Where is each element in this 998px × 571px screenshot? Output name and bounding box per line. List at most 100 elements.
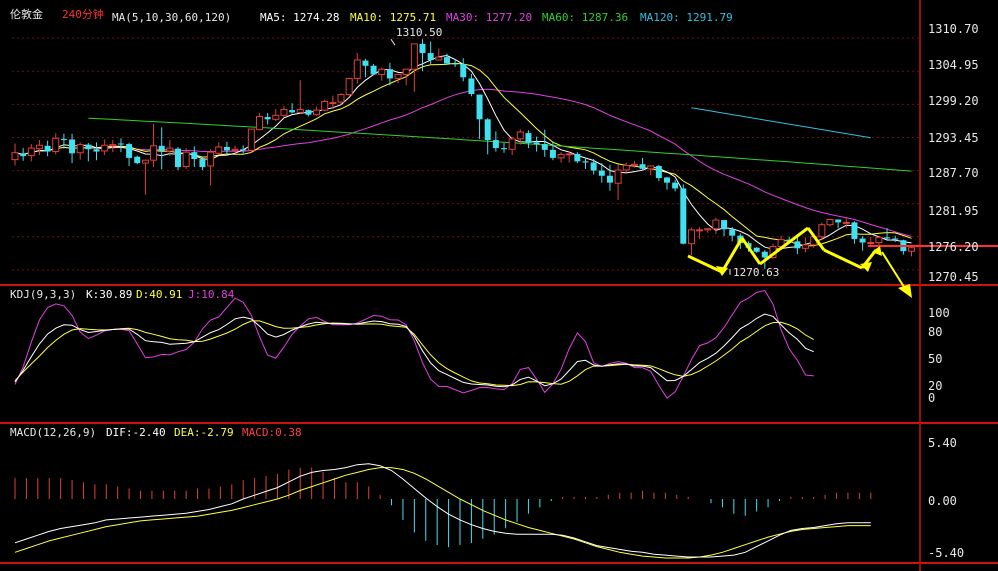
candle-down (126, 144, 133, 158)
candle-down (240, 149, 247, 151)
candle-down (533, 142, 540, 145)
candle-up (557, 153, 565, 159)
candle-up (345, 77, 353, 96)
candle-up (313, 109, 321, 116)
candle-down (884, 237, 891, 239)
candle-up (166, 147, 174, 152)
price-tick-label: 1287.70 (928, 166, 979, 180)
ma5-line (14, 54, 912, 250)
candle-up (207, 151, 215, 167)
candle-up (818, 224, 826, 238)
candle-up (402, 68, 410, 75)
candle-down (892, 238, 899, 240)
ma5-label: MA5: 1274.28 (260, 11, 340, 24)
candle-up (280, 109, 288, 116)
candle-down (794, 241, 801, 249)
candle-up (353, 59, 361, 79)
candle-down (541, 144, 548, 150)
candle-down (44, 145, 51, 152)
candle-up (52, 137, 60, 153)
candle-up (101, 144, 109, 152)
candle-up (378, 68, 386, 75)
candle-down (452, 63, 459, 65)
ma10-label: MA10: 1275.71 (350, 11, 437, 24)
candle-up (630, 163, 638, 166)
candle-down (460, 64, 467, 78)
candle-down (664, 177, 670, 183)
candle-up (231, 148, 239, 151)
ma120-label: MA120: 1291.79 (640, 11, 733, 24)
macd-dea-line (14, 467, 871, 559)
kdj-tick-label: 80 (928, 325, 943, 339)
candle-up (27, 147, 35, 157)
candle-down (264, 117, 271, 120)
candle-up (296, 109, 304, 113)
candle-down (419, 43, 426, 54)
candle-down (655, 165, 662, 179)
candle-up (35, 144, 43, 150)
candle-down (386, 69, 393, 79)
candle-up (704, 228, 712, 231)
candle-down (492, 140, 499, 149)
kdj-k-line (14, 313, 814, 388)
candle-down (672, 182, 679, 189)
candle-down (223, 146, 230, 151)
candle-up (508, 138, 516, 150)
candle-up (696, 229, 704, 232)
candle-down (370, 65, 377, 75)
kdj-tick-label: 100 (928, 306, 950, 320)
candle-up (321, 100, 329, 111)
candle-down (598, 170, 605, 176)
macd-value-label: MACD:0.38 (242, 426, 302, 439)
kdj-j-label: J:10.84 (188, 288, 235, 301)
candle-up (141, 159, 149, 164)
price-tick-label: 1304.95 (928, 58, 979, 72)
candle-down (117, 143, 124, 145)
candle-down (443, 57, 450, 64)
price-tick-label: 1281.95 (928, 204, 979, 218)
candle-down (590, 162, 597, 171)
candle-down (639, 164, 646, 169)
candle-down (289, 110, 296, 113)
candle-up (842, 221, 850, 224)
macd-dif-line (14, 463, 871, 558)
period-label[interactable]: 240分钟 (62, 8, 104, 21)
candle-down (158, 145, 165, 151)
macd-title: MACD(12,26,9) (10, 426, 97, 439)
candle-down (582, 161, 589, 163)
candle-up (622, 164, 630, 171)
candle-down (753, 247, 760, 252)
macd-tick-label: 0.00 (928, 494, 957, 508)
candle-down (501, 148, 507, 150)
price-tick-label: 1299.20 (928, 94, 979, 108)
kdj-j-line (14, 289, 814, 399)
candle-down (476, 94, 483, 120)
high-marker (390, 38, 396, 46)
high-price-label: 1310.50 (396, 26, 443, 39)
candle-down (468, 78, 475, 94)
ma30-label: MA30: 1277.20 (446, 11, 533, 24)
ma-spec-label: MA(5,10,30,60,120) (112, 11, 232, 24)
ma30-line (14, 88, 912, 237)
candle-down (69, 139, 76, 154)
candle-up (908, 247, 915, 252)
kdj-k-label: K:30.89 (86, 288, 133, 301)
kdj-d-label: D:40.91 (136, 288, 183, 301)
candle-up (875, 236, 883, 244)
candle-down (175, 148, 181, 168)
kdj-title: KDJ(9,3,3) (10, 288, 77, 301)
candle-down (606, 175, 613, 183)
candle-up (182, 151, 190, 168)
chart-canvas (0, 0, 998, 571)
candle-up (394, 73, 402, 79)
price-tick-label: 1276.20 (928, 240, 979, 254)
price-tick-label: 1270.45 (928, 270, 979, 284)
candle-down (60, 138, 67, 141)
candle-down (859, 238, 866, 243)
candle-up (410, 43, 418, 70)
price-tick-label: 1310.70 (928, 22, 979, 36)
symbol-label: 伦敦金 (10, 8, 43, 21)
candle-up (687, 229, 695, 245)
candle-down (835, 219, 842, 223)
candle-up (272, 114, 280, 120)
